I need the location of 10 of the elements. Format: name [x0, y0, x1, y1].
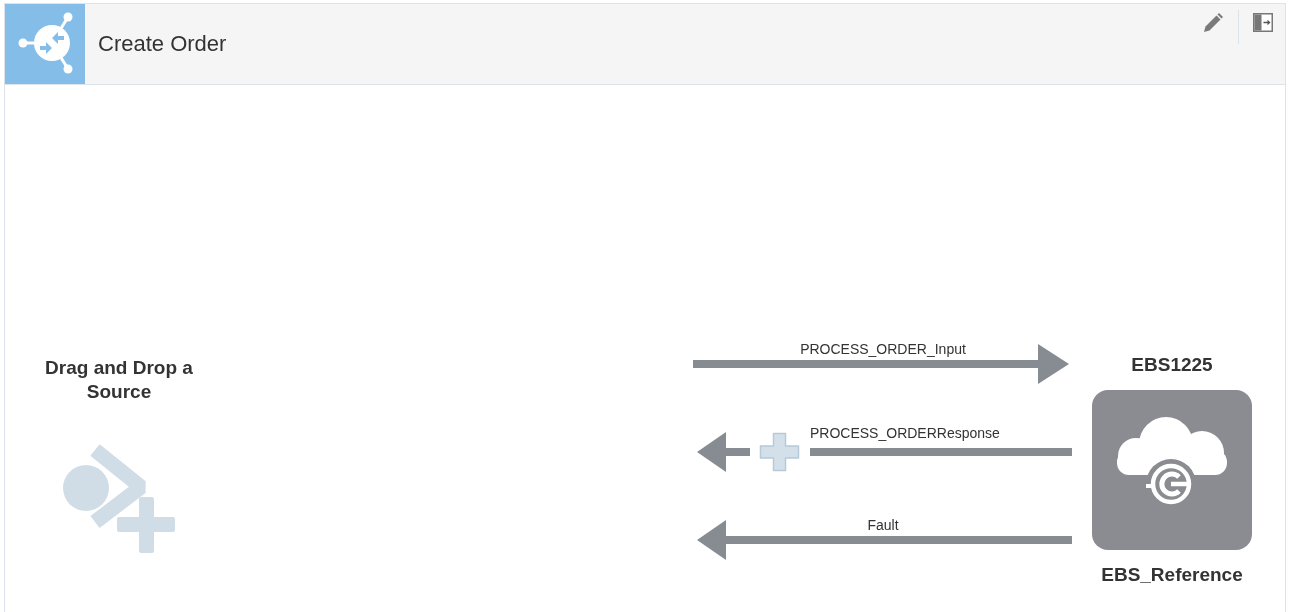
flow-label: Fault — [866, 517, 900, 533]
cloud-adapter-icon[interactable] — [1092, 390, 1252, 550]
pencil-icon — [1203, 13, 1223, 33]
flow-label: PROCESS_ORDERResponse — [810, 425, 1000, 441]
drop-source-label: Drag and Drop a Source — [44, 356, 194, 404]
connection-name: EBS1225 — [1131, 353, 1213, 377]
flow-label: PROCESS_ORDER_Input — [799, 341, 967, 357]
add-icon[interactable] — [759, 432, 800, 472]
page-title: Create Order — [98, 30, 227, 58]
adapter-label: EBS_Reference — [1101, 563, 1243, 587]
